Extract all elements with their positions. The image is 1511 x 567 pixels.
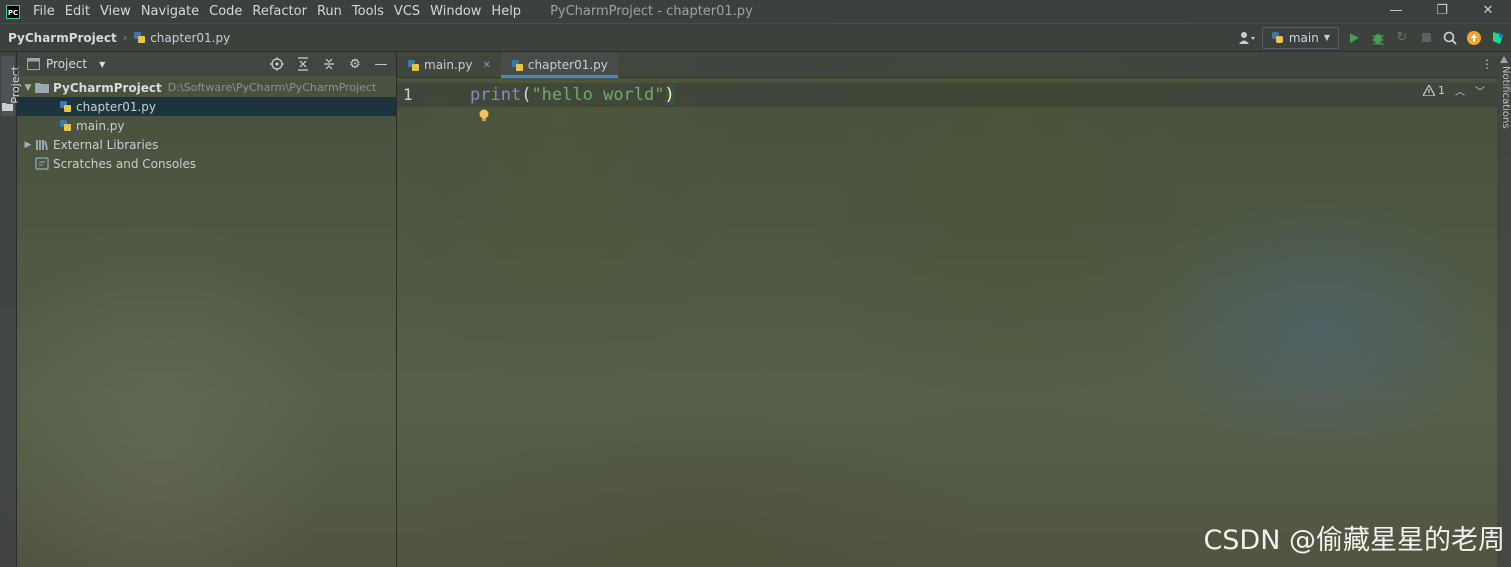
- user-account-icon[interactable]: [1238, 29, 1256, 47]
- scratches-icon: [35, 157, 49, 170]
- close-window-button[interactable]: ✕: [1465, 0, 1511, 23]
- locate-file-icon[interactable]: [268, 55, 286, 73]
- python-file-icon: [511, 59, 523, 71]
- breadcrumb-file-label: chapter01.py: [150, 30, 231, 45]
- run-icon[interactable]: [1345, 29, 1363, 47]
- hide-panel-icon[interactable]: —: [372, 55, 390, 73]
- library-icon: [36, 139, 49, 150]
- lightbulb-icon[interactable]: [478, 109, 490, 123]
- folder-icon: [2, 103, 13, 111]
- python-file-icon: [60, 101, 71, 112]
- menu-help[interactable]: Help: [486, 0, 526, 23]
- chevron-down-icon[interactable]: ▼: [21, 83, 35, 93]
- jetbrains-logo-icon[interactable]: [1489, 29, 1507, 47]
- menu-edit[interactable]: Edit: [60, 0, 95, 23]
- watermark: CSDN @偷藏星星的老周: [1203, 525, 1505, 556]
- project-root-label: PyCharmProject: [53, 80, 162, 95]
- notifications-icon[interactable]: [1499, 55, 1509, 65]
- menu-code[interactable]: Code: [204, 0, 247, 23]
- tree-item-chapter01[interactable]: chapter01.py: [17, 97, 396, 116]
- folder-icon: [35, 83, 49, 93]
- tab-chapter01-py[interactable]: chapter01.py: [500, 53, 618, 78]
- close-icon[interactable]: ✕: [483, 60, 491, 71]
- chevron-down-icon: ▼: [99, 59, 106, 69]
- left-tool-stripe: Project: [0, 52, 22, 567]
- menu-run[interactable]: Run: [312, 0, 347, 23]
- menu-view[interactable]: View: [95, 0, 136, 23]
- expand-all-icon[interactable]: [294, 55, 312, 73]
- code-open-paren: (: [521, 85, 532, 105]
- python-file-icon: [60, 120, 71, 131]
- tree-item-main[interactable]: main.py: [17, 116, 396, 135]
- tree-item-label: Scratches and Consoles: [53, 156, 197, 171]
- next-highlight-icon[interactable]: ﹀: [1475, 83, 1485, 98]
- navigation-bar: PyCharmProject › chapter01.py main ▼ ↻: [0, 24, 1511, 52]
- tree-item-scratches[interactable]: Scratches and Consoles: [17, 154, 396, 173]
- breadcrumb-project[interactable]: PyCharmProject: [8, 31, 117, 45]
- tree-item-project-root[interactable]: ▼ PyCharmProject D:\Software\PyCharm\PyC…: [17, 78, 396, 97]
- debug-icon[interactable]: [1369, 29, 1387, 47]
- warning-count: 1: [1438, 84, 1445, 97]
- run-configuration-select[interactable]: main ▼: [1261, 26, 1339, 49]
- gear-icon[interactable]: ⚙: [346, 55, 364, 73]
- menu-bar: PC File Edit View Navigate Code Refactor…: [0, 0, 1511, 23]
- python-icon: [1271, 32, 1283, 43]
- breadcrumb-chevron-icon: ›: [122, 31, 128, 44]
- code-text[interactable]: print("hello world"): [470, 83, 675, 107]
- project-panel-tools: ⚙ —: [268, 55, 390, 73]
- tab-main-py[interactable]: main.py ✕: [397, 53, 501, 77]
- collapse-all-icon[interactable]: [320, 55, 338, 73]
- project-tool-tab[interactable]: Project: [1, 56, 22, 116]
- project-window-icon: [27, 58, 40, 70]
- notifications-tab[interactable]: Notifications: [1500, 66, 1511, 129]
- code-string: "hello world": [531, 85, 665, 105]
- update-icon[interactable]: [1465, 29, 1483, 47]
- code-keyword: print: [470, 85, 522, 105]
- window-title: PyCharmProject - chapter01.py: [550, 4, 753, 19]
- search-icon[interactable]: [1441, 29, 1459, 47]
- stop-icon[interactable]: [1417, 29, 1435, 47]
- menu-vcs[interactable]: VCS: [389, 0, 425, 23]
- tree-item-label: chapter01.py: [76, 99, 156, 114]
- tree-item-external-libraries[interactable]: ▶ External Libraries: [17, 135, 396, 154]
- menu-refactor[interactable]: Refactor: [247, 0, 312, 23]
- tree-item-label: main.py: [76, 118, 125, 133]
- profile-icon[interactable]: ↻: [1393, 29, 1411, 47]
- project-root-path: D:\Software\PyCharm\PyCharmProject: [167, 81, 377, 94]
- editor-area: main.py ✕ chapter01.py ⋮ 1 print("hello …: [397, 52, 1497, 567]
- window-controls: — ❐ ✕: [1373, 0, 1511, 23]
- project-view-selector[interactable]: Project ▼: [27, 57, 105, 71]
- run-config-label: main: [1288, 30, 1319, 45]
- pycharm-logo-icon: PC: [6, 4, 20, 19]
- project-tree: ▼ PyCharmProject D:\Software\PyCharm\PyC…: [17, 76, 396, 173]
- project-panel-header: Project ▼ ⚙ —: [17, 52, 396, 76]
- more-vertical-icon[interactable]: ⋮: [1481, 57, 1493, 71]
- project-panel-title: Project: [46, 57, 88, 71]
- warning-indicator[interactable]: 1: [1423, 84, 1445, 97]
- python-file-icon: [408, 59, 419, 71]
- chevron-right-icon[interactable]: ▶: [21, 140, 35, 150]
- code-close-paren: ): [664, 85, 675, 105]
- right-tool-stripe: Notifications: [1497, 52, 1511, 567]
- chevron-down-icon: ▼: [1323, 33, 1330, 42]
- python-file-icon: [134, 32, 146, 43]
- menu-window[interactable]: Window: [425, 0, 486, 23]
- menu-navigate[interactable]: Navigate: [136, 0, 204, 23]
- editor-tab-bar: main.py ✕ chapter01.py ⋮: [397, 52, 1497, 78]
- tree-item-label: External Libraries: [53, 137, 159, 152]
- restore-button[interactable]: ❐: [1419, 0, 1465, 23]
- menu-file[interactable]: File: [28, 0, 60, 23]
- tab-label: main.py: [424, 58, 473, 72]
- previous-highlight-icon[interactable]: ︿: [1455, 83, 1465, 98]
- project-panel: Project ▼ ⚙ — ▼ PyCharmProject D:\Softwa…: [17, 52, 396, 567]
- inspection-widget[interactable]: 1 ︿ ﹀: [1423, 83, 1485, 98]
- menu-tools[interactable]: Tools: [347, 0, 389, 23]
- line-number: 1: [403, 85, 413, 104]
- warning-icon: [1423, 85, 1435, 96]
- tab-label: chapter01.py: [527, 58, 608, 72]
- minimize-button[interactable]: —: [1373, 0, 1419, 23]
- toolbar-right: main ▼ ↻: [1238, 26, 1507, 49]
- breadcrumb-file[interactable]: chapter01.py: [133, 31, 230, 45]
